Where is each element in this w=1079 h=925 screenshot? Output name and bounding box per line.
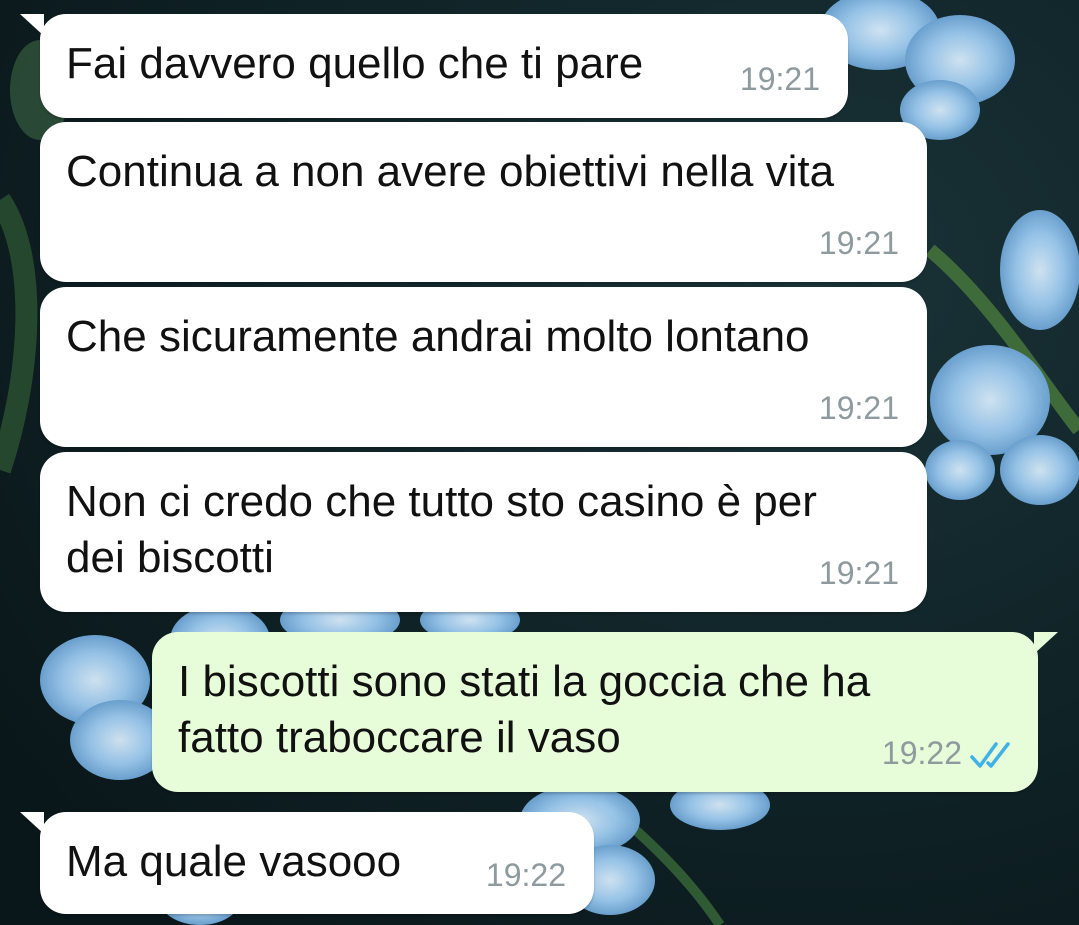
message-text: I biscotti sono stati la goccia che ha f…: [178, 657, 871, 762]
message-text: Continua a non avere obiettivi nella vit…: [66, 147, 835, 196]
message-bubble-incoming[interactable]: Che sicuramente andrai molto lontano 19:…: [40, 287, 927, 447]
message-text: Non ci credo che tutto sto casino è per …: [66, 477, 817, 582]
message-timestamp: 19:21: [818, 555, 899, 591]
message-bubble-incoming[interactable]: Ma quale vasooo 19:22: [20, 812, 594, 914]
message-timestamp: 19:21: [818, 390, 899, 426]
message-bubble-incoming[interactable]: Fai davvero quello che ti pare 19:21: [20, 14, 848, 118]
message-bubble-outgoing[interactable]: I biscotti sono stati la goccia che ha f…: [152, 632, 1058, 792]
message-text: Fai davvero quello che ti pare: [66, 39, 644, 88]
message-timestamp: 19:22: [881, 735, 962, 771]
message-bubble-incoming[interactable]: Non ci credo che tutto sto casino è per …: [40, 452, 927, 612]
message-text: Che sicuramente andrai molto lontano: [66, 312, 810, 361]
message-text: Ma quale vasooo: [66, 837, 402, 886]
message-timestamp: 19:22: [485, 857, 566, 893]
message-timestamp: 19:21: [818, 225, 899, 261]
message-timestamp: 19:21: [739, 61, 820, 97]
message-bubble-incoming[interactable]: Continua a non avere obiettivi nella vit…: [40, 122, 927, 282]
double-check-read-icon: [970, 742, 1010, 768]
